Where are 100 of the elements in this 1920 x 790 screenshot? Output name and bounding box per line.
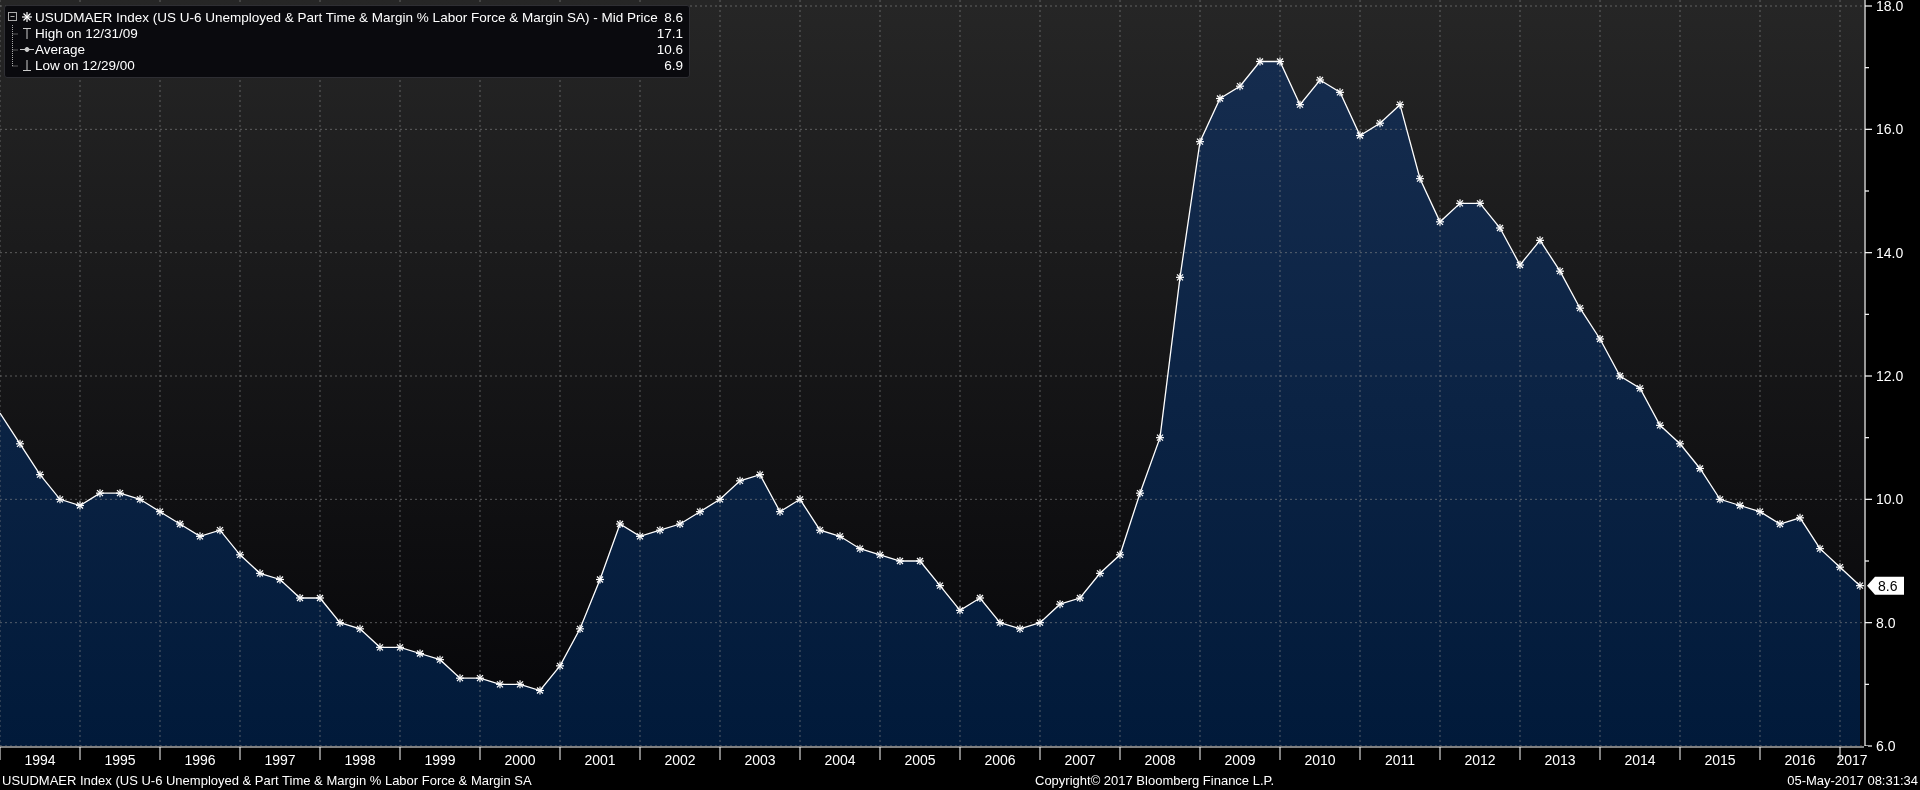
point-marker (1535, 235, 1545, 245)
point-marker (15, 439, 25, 449)
point-marker (1775, 519, 1785, 529)
legend-label: Low on 12/29/00 (35, 57, 136, 73)
point-marker (1035, 618, 1045, 628)
y-axis-label: 16.0 (1876, 121, 1904, 138)
legend-value: 17.1 (656, 25, 683, 41)
point-marker (795, 494, 805, 504)
point-marker (1855, 581, 1865, 591)
x-axis-label: 2012 (1464, 752, 1496, 768)
point-marker (1655, 420, 1665, 430)
point-marker (675, 519, 685, 529)
point-marker (995, 618, 1005, 628)
x-axis-label: 2011 (1384, 752, 1416, 768)
point-marker (1115, 550, 1125, 560)
y-axis-label: 18.0 (1876, 0, 1904, 14)
point-marker (555, 661, 565, 671)
point-marker (755, 470, 765, 480)
point-marker (1715, 494, 1725, 504)
x-axis-label: 2008 (1144, 752, 1176, 768)
legend-label: High on 12/31/09 (35, 25, 139, 41)
x-axis-label: 2010 (1304, 752, 1336, 768)
point-marker (935, 581, 945, 591)
y-axis-label: 8.0 (1876, 614, 1896, 631)
point-marker (835, 531, 845, 541)
point-marker (1235, 81, 1245, 91)
x-axis-label: 2017 (1836, 752, 1868, 768)
point-marker (275, 574, 285, 585)
point-marker (1695, 463, 1705, 474)
point-marker (575, 624, 585, 634)
legend-value: 6.9 (664, 57, 683, 73)
x-axis-label: 2001 (584, 752, 616, 768)
point-marker (335, 618, 345, 628)
point-marker (175, 519, 185, 529)
point-marker (155, 507, 165, 517)
point-marker (1095, 568, 1105, 578)
point-marker (395, 642, 405, 652)
point-marker (455, 673, 465, 683)
point-marker (955, 605, 965, 615)
point-marker (1735, 500, 1745, 511)
point-marker (95, 488, 105, 498)
point-marker (495, 679, 505, 689)
legend-label: Average (35, 41, 87, 57)
point-marker (35, 470, 45, 480)
x-axis-label: 1995 (104, 752, 136, 768)
x-axis-label: 1994 (24, 752, 56, 768)
point-marker (615, 519, 625, 529)
point-marker (1315, 75, 1325, 85)
point-marker (815, 525, 825, 535)
point-marker (735, 476, 745, 486)
point-marker (695, 507, 705, 517)
legend-value: 10.6 (656, 41, 683, 57)
point-marker (1255, 56, 1265, 67)
point-marker (235, 550, 245, 560)
point-marker (315, 593, 325, 603)
point-marker (55, 494, 65, 504)
point-marker (875, 550, 885, 560)
point-marker (1455, 198, 1465, 208)
point-marker (1475, 198, 1485, 208)
security-name: USUDMAER Index (US U-6 Unemployed & Part Time & Margin % Labor Force & Margin SA (2, 772, 533, 788)
point-marker (1375, 118, 1385, 128)
point-marker (135, 494, 145, 504)
point-marker (1015, 624, 1025, 634)
point-marker (1755, 507, 1765, 517)
x-axis-label: 1996 (184, 752, 216, 768)
point-marker (1515, 260, 1525, 270)
collapse-icon[interactable] (7, 9, 35, 25)
x-axis-label: 2005 (904, 752, 936, 768)
legend-label: USUDMAER Index (US U-6 Unemployed & Part Time & Margin % Labor Force & Margin SA) - Mid Price (35, 9, 659, 25)
point-marker (1575, 303, 1585, 313)
point-marker (1055, 599, 1065, 609)
point-marker (1635, 383, 1645, 393)
point-marker (1415, 174, 1425, 184)
x-axis-label: 1997 (264, 752, 296, 768)
point-marker (1795, 513, 1805, 523)
point-marker (975, 593, 985, 603)
y-axis-label: 6.0 (1876, 738, 1896, 754)
point-marker (895, 556, 905, 566)
x-axis-label: 2015 (1704, 752, 1736, 768)
point-marker (1555, 266, 1565, 276)
copyright-text: Copyright© 2017 Bloomberg Finance L.P. (1035, 772, 1275, 788)
x-axis-label: 2003 (744, 752, 776, 768)
x-axis-label: 2009 (1224, 752, 1256, 768)
point-marker (435, 655, 445, 665)
y-axis-label: 14.0 (1876, 244, 1904, 261)
point-marker (1595, 334, 1605, 344)
point-marker (355, 624, 365, 634)
point-marker (1615, 371, 1625, 381)
point-marker (635, 531, 645, 541)
point-marker (375, 642, 385, 652)
point-marker (115, 488, 125, 498)
point-marker (215, 525, 225, 535)
point-marker (1675, 439, 1685, 449)
x-axis-label: 1999 (424, 752, 456, 768)
point-marker (255, 568, 265, 578)
point-marker (715, 494, 725, 504)
x-axis-label: 1998 (344, 752, 376, 768)
point-marker (1435, 217, 1445, 227)
point-marker (535, 685, 545, 696)
point-marker (75, 500, 85, 511)
